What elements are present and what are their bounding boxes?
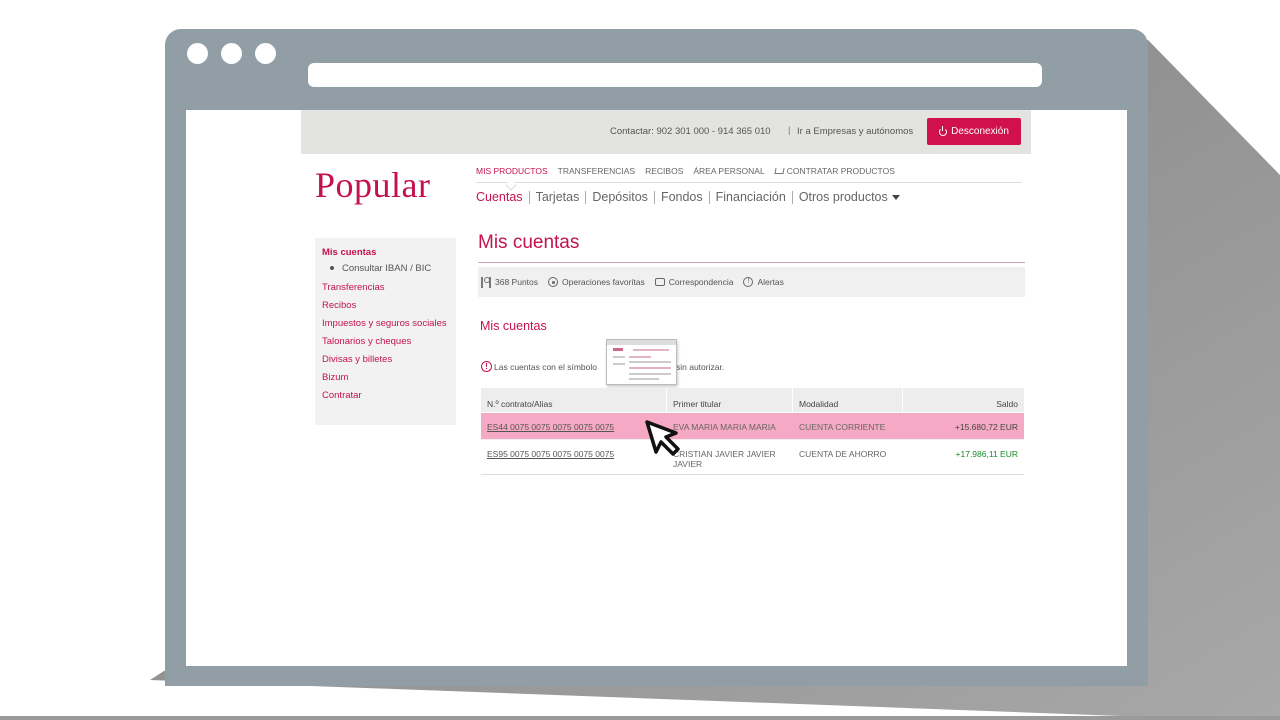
- browser-window: Contactar: 902 301 000 - 914 365 010 | I…: [165, 29, 1148, 686]
- notice-text-start: Las cuentas con el símbolo: [494, 362, 598, 372]
- alert-icon: !: [743, 277, 754, 287]
- tool-alerts-label: Alertas: [757, 277, 784, 287]
- popup-logo: [613, 348, 623, 351]
- power-icon: [939, 125, 948, 136]
- subnav-tarjetas[interactable]: Tarjetas: [530, 191, 587, 204]
- subnav-otros-productos[interactable]: Otros productos: [793, 191, 906, 204]
- sidebar-title[interactable]: Mis cuentas: [322, 247, 449, 258]
- logout-label: Desconexión: [951, 126, 1009, 137]
- warning-icon: !: [481, 361, 492, 372]
- table-row[interactable]: ES95 0075 0075 0075 0075 0075 CRISTIAN J…: [481, 440, 1024, 475]
- subnav-fondos[interactable]: Fondos: [655, 191, 710, 204]
- popup-line: [633, 349, 669, 351]
- sidebar-item-talonarios[interactable]: Talonarios y cheques: [322, 336, 449, 347]
- table-row[interactable]: ES44 0075 0075 0075 0075 0075 EVA MARIA …: [481, 413, 1024, 439]
- popup-line: [629, 361, 671, 363]
- popup-titlebar: [607, 340, 676, 345]
- logout-button[interactable]: Desconexión: [927, 118, 1021, 145]
- tool-points-label: 368 Puntos: [495, 277, 539, 287]
- bullet-icon: [330, 266, 334, 271]
- account-number-link[interactable]: ES95 0075 0075 0075 0075 0075: [487, 449, 614, 459]
- tool-points[interactable]: 368 Puntos: [481, 276, 539, 288]
- contact-text: Contactar: 902 301 000 - 914 365 010: [610, 126, 771, 137]
- window-dot-maximize[interactable]: [255, 43, 276, 64]
- top-bar: Contactar: 902 301 000 - 914 365 010 | I…: [301, 110, 1031, 154]
- header-modalidad: Modalidad: [793, 388, 902, 412]
- cart-icon: [774, 168, 785, 174]
- account-holder: EVA MARIA MARIA MARIA: [673, 422, 776, 432]
- account-balance: +15.680,72 EUR: [954, 422, 1018, 432]
- account-holder: CRISTIAN JAVIER JAVIER JAVIER: [673, 449, 776, 469]
- nav-contratar-label: CONTRATAR PRODUCTOS: [786, 166, 895, 176]
- tool-favorites[interactable]: Operaciones favoritas: [548, 277, 645, 287]
- popup-line: [629, 367, 671, 369]
- subnav-depositos[interactable]: Depósitos: [586, 191, 655, 204]
- sidebar-item-recibos[interactable]: Recibos: [322, 300, 449, 311]
- nav-transferencias[interactable]: TRANSFERENCIAS: [558, 166, 635, 176]
- topbar-separator: |: [788, 125, 791, 136]
- sub-nav: Cuentas Tarjetas Depósitos Fondos Financ…: [476, 191, 906, 204]
- favorites-icon: [548, 277, 559, 287]
- sidebar-item-contratar[interactable]: Contratar: [322, 390, 449, 401]
- popup-line: [629, 378, 659, 380]
- account-type: CUENTA DE AHORRO: [799, 449, 887, 459]
- popup-line: [629, 356, 651, 358]
- bank-site: Contactar: 902 301 000 - 914 365 010 | I…: [301, 110, 1031, 666]
- mail-icon: [654, 278, 665, 286]
- tool-mail[interactable]: Correspondencia: [654, 277, 734, 287]
- nav-divider: [476, 182, 1022, 183]
- window-dot-minimize[interactable]: [221, 43, 242, 64]
- window-dot-close[interactable]: [187, 43, 208, 64]
- nav-contratar-productos[interactable]: CONTRATAR PRODUCTOS: [774, 166, 895, 176]
- gift-icon: [481, 276, 491, 288]
- title-divider: [478, 262, 1025, 263]
- empresas-link[interactable]: Ir a Empresas y autónomos: [797, 126, 913, 137]
- tool-alerts[interactable]: ! Alertas: [743, 277, 784, 287]
- notice-text-end: sin autorizar.: [676, 362, 725, 372]
- caret-down-icon: [891, 195, 900, 201]
- tool-mail-label: Correspondencia: [668, 277, 734, 287]
- popup-line: [629, 373, 671, 375]
- popup-line: [613, 363, 625, 365]
- sidebar: Mis cuentas Consultar IBAN / BIC Transfe…: [315, 238, 456, 425]
- account-type: CUENTA CORRIENTE: [799, 422, 886, 432]
- nav-area-personal[interactable]: ÁREA PERSONAL: [693, 166, 764, 176]
- browser-viewport: Contactar: 902 301 000 - 914 365 010 | I…: [186, 110, 1127, 666]
- subnav-otros-label: Otros productos: [798, 190, 888, 204]
- nav-mis-productos[interactable]: MIS PRODUCTOS: [476, 166, 548, 176]
- popup-line: [613, 356, 625, 358]
- page-thumbnail-popup: [606, 339, 677, 385]
- tool-favorites-label: Operaciones favoritas: [562, 277, 645, 287]
- header-contrato: N.º contrato/Alias: [481, 388, 666, 412]
- account-balance: +17.986,11 EUR: [955, 449, 1018, 459]
- sidebar-item-iban[interactable]: Consultar IBAN / BIC: [322, 263, 449, 274]
- sidebar-item-impuestos[interactable]: Impuestos y seguros sociales: [322, 318, 449, 329]
- sidebar-item-bizum[interactable]: Bizum: [322, 372, 449, 383]
- sidebar-item-iban-label: Consultar IBAN / BIC: [342, 263, 432, 274]
- popular-logo[interactable]: Popular: [315, 164, 431, 206]
- header-saldo: Saldo: [903, 388, 1024, 412]
- subnav-cuentas[interactable]: Cuentas: [476, 191, 530, 204]
- sidebar-item-divisas[interactable]: Divisas y billetes: [322, 354, 449, 365]
- page-title: Mis cuentas: [478, 232, 580, 253]
- tools-bar: 368 Puntos Operaciones favoritas Corresp…: [478, 267, 1025, 297]
- floor-line: [0, 716, 1280, 720]
- header-titular: Primer titular: [667, 388, 792, 412]
- sidebar-item-transferencias[interactable]: Transferencias: [322, 282, 449, 293]
- accounts-table-header: N.º contrato/Alias Primer titular Modali…: [481, 388, 1024, 412]
- section-title: Mis cuentas: [480, 319, 547, 333]
- nav-recibos[interactable]: RECIBOS: [645, 166, 683, 176]
- address-bar[interactable]: [308, 63, 1042, 87]
- mouse-cursor-icon: [645, 420, 680, 456]
- account-number-link[interactable]: ES44 0075 0075 0075 0075 0075: [487, 422, 614, 432]
- subnav-financiacion[interactable]: Financiación: [710, 191, 793, 204]
- main-nav: MIS PRODUCTOS TRANSFERENCIAS RECIBOS ÁRE…: [476, 166, 895, 176]
